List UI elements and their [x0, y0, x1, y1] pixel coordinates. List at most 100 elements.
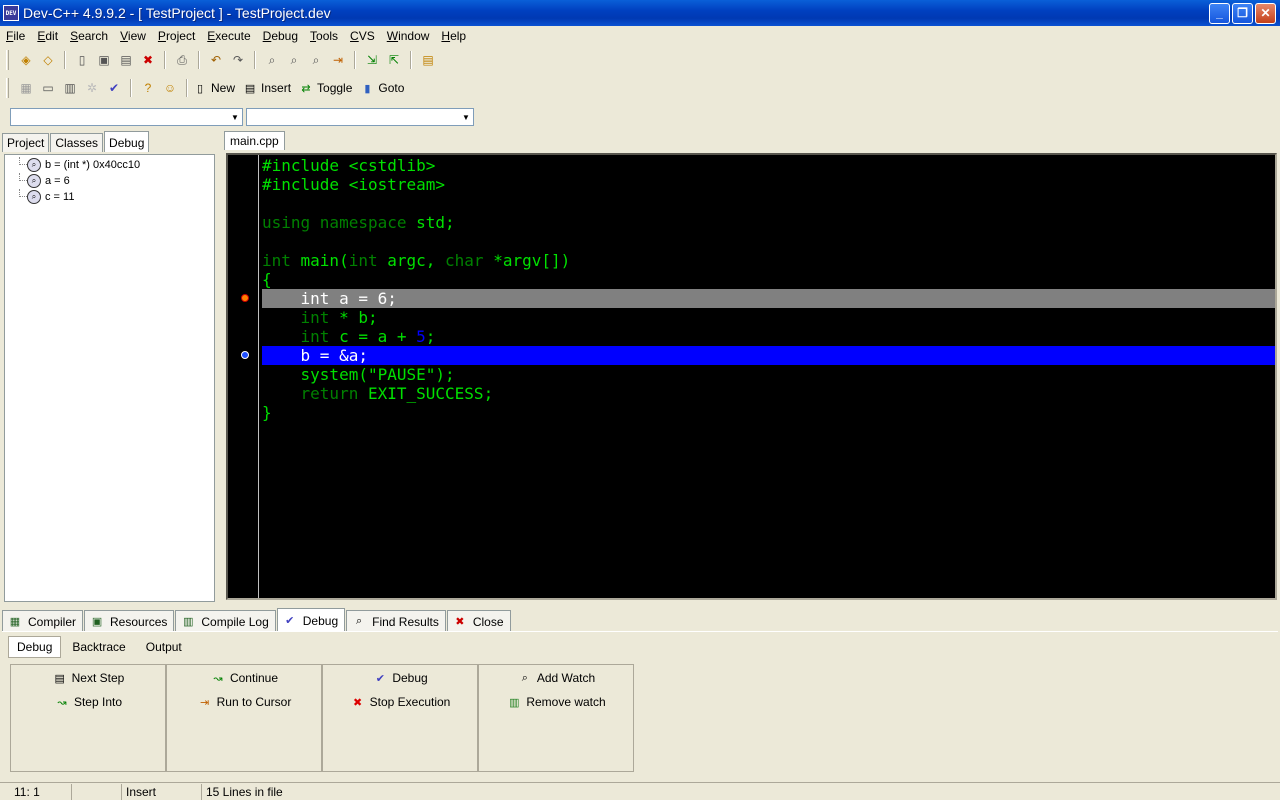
minimize-button[interactable]: _ — [1209, 2, 1230, 24]
menu-edit[interactable]: Edit — [31, 29, 64, 43]
help-icon[interactable]: ? — [139, 79, 157, 97]
tab-classes[interactable]: Classes — [50, 133, 104, 152]
code-line[interactable]: #include <cstdlib> — [262, 156, 1275, 175]
toolbar-grip[interactable] — [6, 50, 9, 70]
watch-icon: ⌕ — [27, 174, 41, 188]
tab-compile-log[interactable]: ▥ Compile Log — [175, 610, 276, 632]
run-icon[interactable]: ▭ — [39, 79, 57, 97]
compile-run-icon[interactable]: ▥ — [61, 79, 79, 97]
undo-icon[interactable]: ↶ — [207, 51, 225, 69]
open-file-icon[interactable]: ◇ — [39, 51, 57, 69]
subtab-debug[interactable]: Debug — [8, 636, 62, 658]
restore-button[interactable]: ❐ — [1232, 2, 1253, 24]
remove-watch-button[interactable]: ▥ Remove watch — [479, 691, 633, 713]
find-icon[interactable]: ⌕ — [263, 51, 281, 69]
debug-check-icon[interactable]: ✔ — [105, 79, 123, 97]
menu-file[interactable]: File — [0, 29, 31, 43]
tab-close[interactable]: ✖ Close — [446, 610, 511, 632]
redo-icon[interactable]: ↷ — [229, 51, 247, 69]
menu-search[interactable]: Search — [64, 29, 114, 43]
menu-help[interactable]: Help — [435, 29, 472, 43]
editor-gutter[interactable] — [228, 155, 259, 598]
code-line[interactable] — [262, 194, 1275, 213]
save-all-icon[interactable]: ▤ — [117, 51, 135, 69]
run-to-cursor-button[interactable]: ⇥ Run to Cursor — [167, 691, 321, 713]
menu-project[interactable]: Project — [152, 29, 201, 43]
tab-find-results[interactable]: ⌕ Find Results — [346, 610, 446, 632]
menu-debug[interactable]: Debug — [257, 29, 304, 43]
close-file-icon[interactable]: ✖ — [139, 51, 157, 69]
tab-compiler[interactable]: ▦ Compiler — [2, 610, 84, 632]
class-combo[interactable]: ▼ — [10, 108, 243, 126]
debug-label: Debug — [392, 671, 428, 685]
new-file-icon[interactable]: ▯ — [73, 51, 91, 69]
step-into-button[interactable]: ↝ Step Into — [11, 691, 165, 713]
watch-item[interactable]: ⌕ b = (int *) 0x40cc10 — [5, 157, 214, 173]
code-line[interactable]: int c = a + 5; — [262, 327, 1275, 346]
tab-debug-output[interactable]: ✔ Debug — [276, 608, 346, 632]
rebuild-icon[interactable]: ✲ — [83, 79, 101, 97]
code-line[interactable]: int main(int argc, char *argv[]) — [262, 251, 1275, 270]
project-options-icon[interactable]: ▤ — [419, 51, 437, 69]
menu-view[interactable]: View — [114, 29, 152, 43]
next-step-button[interactable]: ▤ Next Step — [11, 667, 165, 689]
breakpoint-icon[interactable] — [241, 294, 249, 302]
code-line[interactable]: b = &a; — [262, 346, 1275, 365]
replace-icon[interactable]: ⌕ — [285, 51, 303, 69]
member-combo[interactable]: ▼ — [246, 108, 474, 126]
code-line[interactable]: #include <iostream> — [262, 175, 1275, 194]
goto-label: Goto — [378, 81, 405, 95]
code-line[interactable]: int a = 6; — [262, 289, 1275, 308]
status-lines: 15 Lines in file — [206, 784, 283, 799]
goto-bookmark-button[interactable]: ▮ Goto — [360, 81, 404, 95]
tab-resources[interactable]: ▣ Resources — [84, 610, 175, 632]
open-project-icon[interactable]: ◈ — [17, 51, 35, 69]
check-icon: ✔ — [375, 672, 385, 685]
code-line[interactable]: return EXIT_SUCCESS; — [262, 384, 1275, 403]
next-step-label: Next Step — [71, 671, 125, 685]
code-line[interactable]: } — [262, 403, 1275, 422]
editor-tab-main-cpp[interactable]: main.cpp — [224, 131, 285, 150]
menu-execute[interactable]: Execute — [201, 29, 256, 43]
menu-cvs[interactable]: CVS — [344, 29, 381, 43]
debug-button[interactable]: ✔ Debug — [323, 667, 477, 689]
chevron-down-icon[interactable]: ▼ — [459, 109, 473, 125]
tab-debug[interactable]: Debug — [104, 131, 150, 152]
code-line[interactable]: int * b; — [262, 308, 1275, 327]
stop-execution-button[interactable]: ✖ Stop Execution — [323, 691, 477, 713]
about-icon[interactable]: ☺ — [161, 79, 179, 97]
tab-project[interactable]: Project — [2, 133, 50, 152]
save-icon[interactable]: ▣ — [95, 51, 113, 69]
continue-label: Continue — [229, 671, 279, 685]
add-to-project-icon[interactable]: ⇲ — [363, 51, 381, 69]
add-watch-button[interactable]: ⌕ Add Watch — [479, 667, 633, 689]
toolbar-grip[interactable] — [6, 78, 9, 98]
compile-icon[interactable]: ▦ — [17, 79, 35, 97]
subtab-backtrace[interactable]: Backtrace — [63, 636, 134, 658]
toggle-bookmark-button[interactable]: ⇄ Toggle — [299, 81, 352, 95]
status-bar: 11: 1 Insert 15 Lines in file — [0, 782, 1280, 800]
watch-item[interactable]: ⌕ c = 11 — [5, 189, 214, 205]
watch-item[interactable]: ⌕ a = 6 — [5, 173, 214, 189]
insert-button[interactable]: ▤ Insert — [243, 81, 291, 95]
subtab-output[interactable]: Output — [137, 636, 191, 658]
continue-button[interactable]: ↝ Continue — [167, 667, 321, 689]
continue-group: ↝ Continue ⇥ Run to Cursor — [166, 664, 322, 772]
code-line[interactable]: system("PAUSE"); — [262, 365, 1275, 384]
new-icon: ▯ — [196, 82, 204, 95]
current-line-icon[interactable] — [241, 351, 249, 359]
code-editor[interactable]: #include <cstdlib> #include <iostream> us… — [226, 153, 1277, 600]
code-line[interactable]: { — [262, 270, 1275, 289]
goto-line-icon[interactable]: ⇥ — [329, 51, 347, 69]
code-line[interactable] — [262, 232, 1275, 251]
print-icon[interactable]: ⎙ — [173, 51, 191, 69]
new-class-button[interactable]: ▯ New — [193, 81, 235, 95]
code-line[interactable]: using namespace std; — [262, 213, 1275, 232]
find-next-icon[interactable]: ⌕ — [307, 51, 325, 69]
menu-tools[interactable]: Tools — [304, 29, 344, 43]
chevron-down-icon[interactable]: ▼ — [228, 109, 242, 125]
close-button[interactable]: ✕ — [1255, 2, 1276, 24]
code-area[interactable]: #include <cstdlib> #include <iostream> us… — [262, 156, 1275, 422]
remove-from-project-icon[interactable]: ⇱ — [385, 51, 403, 69]
menu-window[interactable]: Window — [381, 29, 436, 43]
